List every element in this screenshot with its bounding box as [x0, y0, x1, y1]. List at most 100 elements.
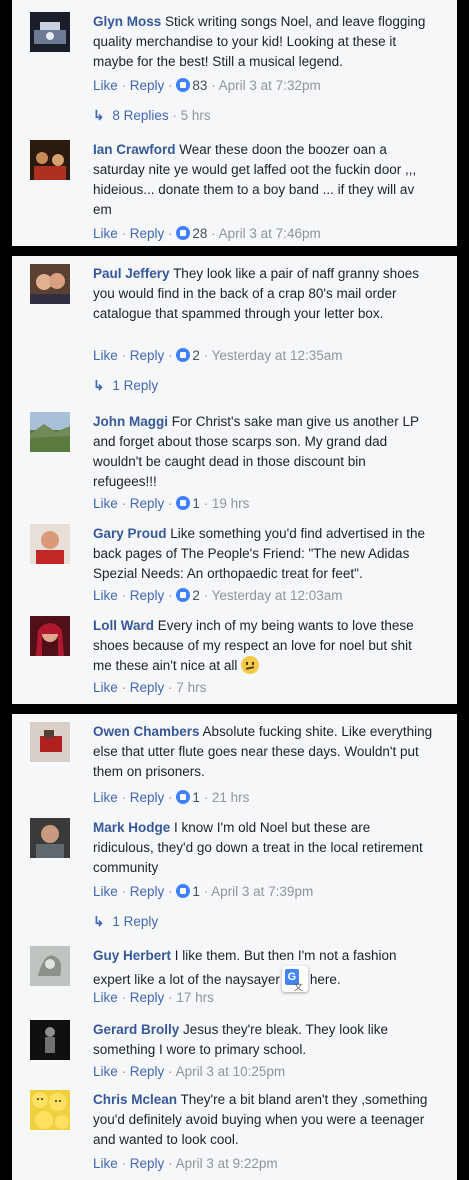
avatar[interactable] [30, 12, 70, 52]
comment: Chris Mclean They're a bit bland aren't … [30, 1090, 445, 1176]
like-count[interactable]: 1 [192, 496, 200, 511]
timestamp[interactable]: Yesterday at 12:35am [212, 348, 343, 363]
comment-body: Paul Jeffery They look like a pair of na… [93, 264, 433, 324]
avatar[interactable] [30, 140, 70, 180]
like-link[interactable]: Like [93, 1156, 118, 1171]
like-count[interactable]: 1 [192, 790, 200, 805]
reply-link[interactable]: Reply [130, 588, 165, 603]
comment-body: Glyn Moss Stick writing songs Noel, and … [93, 12, 433, 72]
comment-actions: Like · Reply · 28 · April 3 at 7:46pm [93, 226, 321, 241]
comment-actions: Like · Reply · 83 · April 3 at 7:32pm [93, 78, 321, 93]
timestamp[interactable]: 19 hrs [212, 496, 250, 511]
reply-link[interactable]: Reply [130, 884, 165, 899]
reply-link[interactable]: Reply [130, 348, 165, 363]
comment-body: Chris Mclean They're a bit bland aren't … [93, 1090, 433, 1150]
like-link[interactable]: Like [93, 226, 118, 241]
reply-link[interactable]: Reply [130, 790, 165, 805]
reply-link[interactable]: Reply [130, 78, 165, 93]
avatar[interactable] [30, 946, 70, 986]
like-link[interactable]: Like [93, 78, 118, 93]
comment: Glyn Moss Stick writing songs Noel, and … [30, 12, 445, 132]
like-link[interactable]: Like [93, 588, 118, 603]
timestamp[interactable]: 21 hrs [212, 790, 250, 805]
comments-panel-1: Glyn Moss Stick writing songs Noel, and … [12, 0, 457, 246]
reply-arrow-icon: ↳ [93, 914, 105, 929]
like-link[interactable]: Like [93, 990, 118, 1005]
comments-panel-3: Owen Chambers Absolute fucking shite. Li… [12, 714, 457, 1180]
comment: Mark Hodge I know I'm old Noel but these… [30, 818, 445, 938]
commenter-name[interactable]: Gerard Brolly [93, 1022, 179, 1037]
timestamp[interactable]: April 3 at 7:32pm [219, 78, 321, 93]
comment-actions: Like · Reply · April 3 at 9:22pm [93, 1156, 278, 1171]
commenter-name[interactable]: Owen Chambers [93, 724, 200, 739]
like-count[interactable]: 2 [192, 348, 200, 363]
replies-link[interactable]: ↳ 1 Reply [93, 376, 158, 396]
commenter-name[interactable]: Loll Ward [93, 618, 154, 633]
timestamp[interactable]: Yesterday at 12:03am [212, 588, 343, 603]
timestamp[interactable]: April 3 at 7:46pm [219, 226, 321, 241]
reply-arrow-icon: ↳ [93, 108, 105, 123]
like-link[interactable]: Like [93, 348, 118, 363]
replies-link[interactable]: ↳ 8 Replies · 5 hrs [93, 106, 211, 126]
avatar[interactable] [30, 412, 70, 452]
comment-body: Ian Crawford Wear these doon the boozer … [93, 140, 433, 220]
avatar[interactable] [30, 264, 70, 304]
comment: Ian Crawford Wear these doon the boozer … [30, 140, 445, 241]
like-reaction-icon [176, 790, 191, 804]
reply-link[interactable]: Reply [130, 496, 165, 511]
comment: John Maggi For Christ's sake man give us… [30, 412, 445, 512]
comment-body: Loll Ward Every inch of my being wants t… [93, 616, 433, 676]
avatar[interactable] [30, 1020, 70, 1060]
like-link[interactable]: Like [93, 790, 118, 805]
reply-link[interactable]: Reply [130, 680, 165, 695]
like-reaction-icon [176, 884, 191, 898]
like-link[interactable]: Like [93, 680, 118, 695]
reply-link[interactable]: Reply [130, 990, 165, 1005]
like-reaction-icon [176, 78, 191, 92]
commenter-name[interactable]: Mark Hodge [93, 820, 170, 835]
reply-link[interactable]: Reply [130, 226, 165, 241]
commenter-name[interactable]: Guy Herbert [93, 948, 171, 963]
avatar[interactable] [30, 1090, 70, 1130]
confused-emoji-icon [241, 656, 260, 674]
replies-link[interactable]: ↳ 1 Reply [93, 912, 158, 932]
reply-link[interactable]: Reply [130, 1156, 165, 1171]
comment-body: Mark Hodge I know I'm old Noel but these… [93, 818, 433, 878]
timestamp[interactable]: 17 hrs [176, 990, 214, 1005]
commenter-name[interactable]: John Maggi [93, 414, 168, 429]
like-link[interactable]: Like [93, 1064, 118, 1079]
comment: Loll Ward Every inch of my being wants t… [30, 616, 445, 700]
like-count[interactable]: 83 [192, 78, 207, 93]
like-reaction-icon [176, 496, 191, 510]
like-reaction-icon [176, 226, 191, 240]
avatar[interactable] [30, 524, 70, 564]
comment-actions: Like · Reply · April 3 at 10:25pm [93, 1064, 286, 1079]
comment: Gerard Brolly Jesus they're bleak. They … [30, 1020, 445, 1086]
timestamp[interactable]: April 3 at 10:25pm [176, 1064, 286, 1079]
timestamp[interactable]: April 3 at 9:22pm [176, 1156, 278, 1171]
like-link[interactable]: Like [93, 884, 118, 899]
avatar[interactable] [30, 818, 70, 858]
comment-actions: Like · Reply · 1 · 19 hrs [93, 496, 250, 511]
comment-body: Gary Proud Like something you'd find adv… [93, 524, 433, 584]
commenter-name[interactable]: Ian Crawford [93, 142, 176, 157]
timestamp[interactable]: 7 hrs [176, 680, 206, 695]
reply-link[interactable]: Reply [130, 1064, 165, 1079]
comment: Paul Jeffery They look like a pair of na… [30, 264, 445, 404]
avatar[interactable] [30, 616, 70, 656]
like-count[interactable]: 2 [192, 588, 200, 603]
like-count[interactable]: 1 [192, 884, 200, 899]
comment: Owen Chambers Absolute fucking shite. Li… [30, 722, 445, 816]
like-link[interactable]: Like [93, 496, 118, 511]
commenter-name[interactable]: Chris Mclean [93, 1092, 177, 1107]
commenter-name[interactable]: Glyn Moss [93, 14, 161, 29]
translate-icon[interactable] [281, 966, 308, 997]
commenter-name[interactable]: Paul Jeffery [93, 266, 170, 281]
comment-body: Owen Chambers Absolute fucking shite. Li… [93, 722, 433, 782]
timestamp[interactable]: April 3 at 7:39pm [211, 884, 313, 899]
commenter-name[interactable]: Gary Proud [93, 526, 167, 541]
comment-actions: Like · Reply · 7 hrs [93, 680, 207, 695]
like-count[interactable]: 28 [192, 226, 207, 241]
comment-actions: Like · Reply · 1 · April 3 at 7:39pm [93, 884, 314, 899]
avatar[interactable] [30, 722, 70, 762]
